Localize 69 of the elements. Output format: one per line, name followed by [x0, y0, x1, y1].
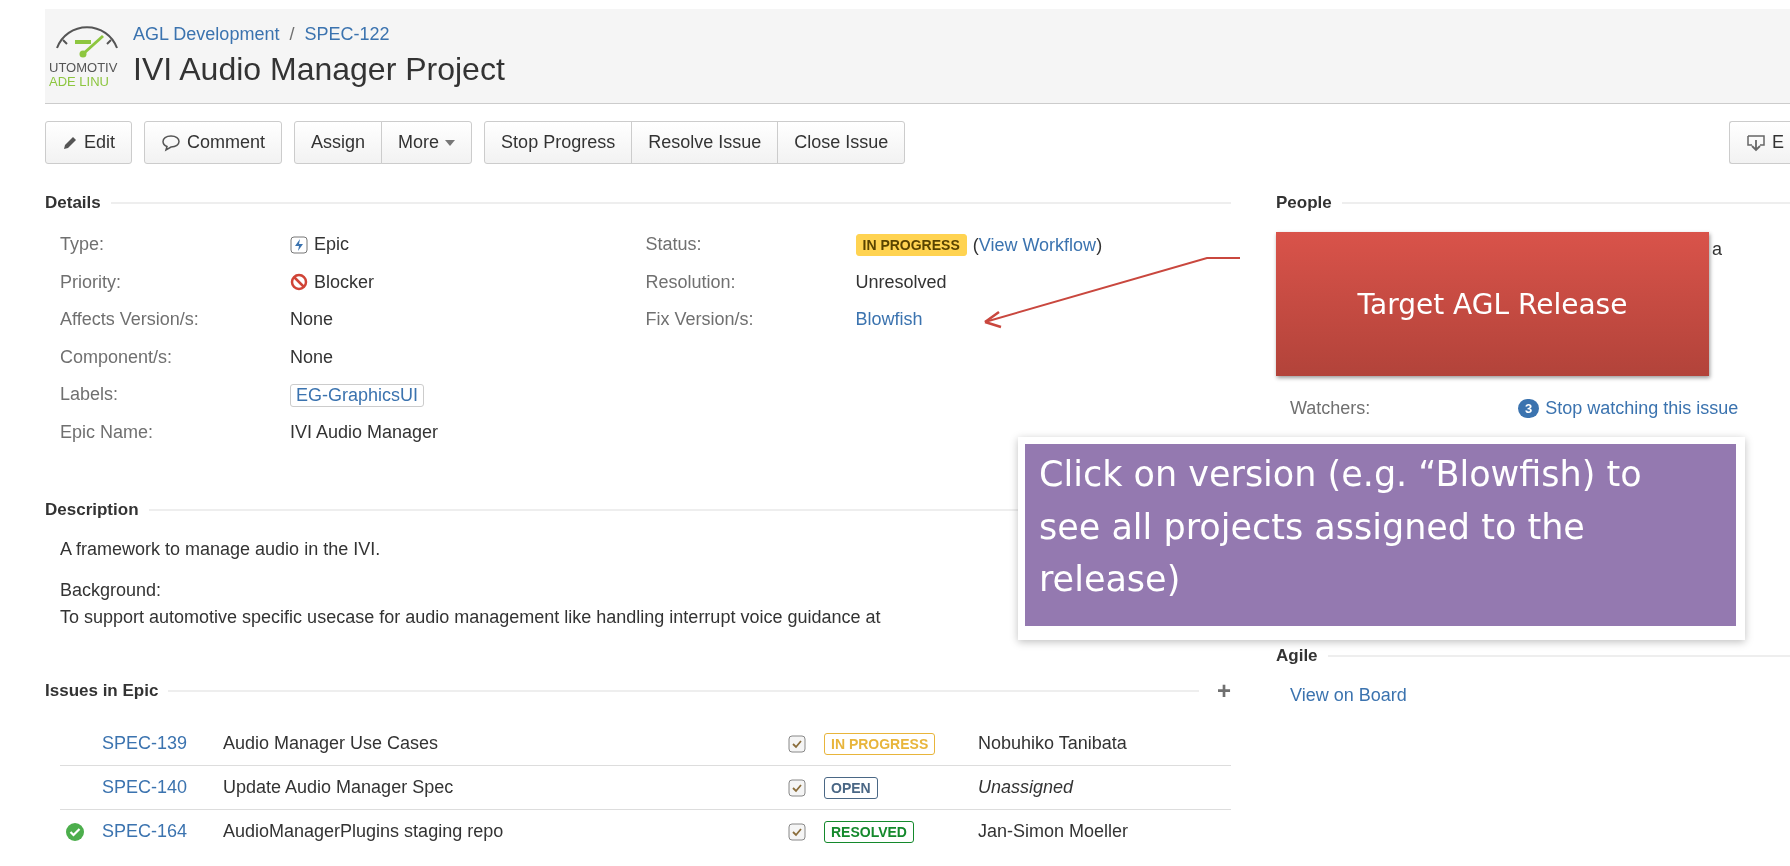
field-label: Type: — [60, 234, 106, 255]
task-icon — [788, 778, 806, 797]
breadcrumb-separator: / — [289, 24, 295, 45]
label-tag[interactable]: EG-GraphicsUI — [290, 384, 425, 407]
issue-summary: Audio Manager Use Cases — [223, 733, 440, 754]
export-button[interactable]: E — [1729, 121, 1790, 164]
version-link[interactable]: Blowfish — [855, 309, 923, 330]
assignee-name: Jan-Simon Moeller — [978, 821, 1130, 842]
field-value: Epic — [314, 234, 349, 255]
description-text: A framework to manage audio in the IVI. — [60, 539, 382, 560]
assignee-name: Unassigned — [978, 777, 1075, 798]
field-value: Blocker — [314, 271, 375, 293]
caret-icon — [445, 139, 456, 146]
status-lozenge: IN PROGRESS — [855, 234, 967, 256]
callout-box: Target AGL Release — [1276, 232, 1709, 376]
status-lozenge: IN PROGRESS — [824, 732, 936, 755]
field-value: IVI Audio Manager — [290, 421, 440, 443]
issue-key-link[interactable]: SPEC-164 — [102, 821, 223, 842]
field-label: Epic Name: — [60, 421, 155, 443]
field-label: Status: — [645, 234, 703, 255]
field-value: None — [290, 309, 335, 330]
speech-bubble-icon — [161, 133, 182, 152]
issue-key-link[interactable]: SPEC-140 — [102, 777, 223, 798]
pencil-icon — [62, 134, 78, 151]
description-text: To support automotive specific usecase for audio management like handling interrupt voice guidance at — [60, 607, 882, 628]
field-label: Watchers: — [1290, 398, 1372, 419]
task-icon — [788, 822, 806, 841]
view-workflow-link[interactable]: View Workflow — [978, 234, 1097, 255]
field-label: Labels: — [60, 384, 120, 405]
issue-key-link[interactable]: SPEC-122 — [304, 24, 390, 45]
toolbar-button[interactable]: Assign — [294, 121, 383, 164]
toolbar-button[interactable]: Close Issue — [777, 121, 906, 164]
view-on-board-link[interactable]: View on Board — [1290, 685, 1790, 706]
field-label: Priority: — [60, 271, 122, 293]
section-heading: People — [1276, 193, 1332, 213]
toolbar-button[interactable]: Comment — [144, 121, 283, 164]
status-lozenge: RESOLVED — [824, 820, 914, 843]
field-label: Resolution: — [645, 271, 737, 293]
status-lozenge: OPEN — [824, 776, 878, 799]
stop-watching-link[interactable]: Stop watching this issue — [1545, 398, 1739, 419]
field-value: Unresolved — [855, 271, 948, 293]
watcher-count-badge: 3 — [1518, 399, 1540, 418]
assignee-name: a — [1712, 239, 1722, 259]
issue-title: IVI Audio Manager Project — [133, 51, 505, 88]
field-label: Affects Version/s: — [60, 309, 200, 330]
add-issue-button[interactable]: + — [1217, 677, 1231, 705]
toolbar-button[interactable]: Edit — [45, 121, 133, 164]
field-label: Component/s: — [60, 346, 174, 368]
field-label: Fix Version/s: — [645, 309, 755, 330]
issue-summary: AudioManagerPlugins staging repo — [223, 821, 505, 842]
task-icon — [788, 734, 806, 753]
assignee-name: Nobuhiko Tanibata — [978, 733, 1128, 754]
lightning-icon — [290, 235, 308, 254]
logo-drawing: UTOMOTIV ADE LINU — [49, 18, 125, 94]
blocked-icon — [290, 273, 308, 291]
section-heading: Agile — [1276, 646, 1318, 666]
bracket: ( — [972, 234, 979, 255]
issue-key-link[interactable]: SPEC-139 — [102, 733, 223, 754]
toolbar-button[interactable]: Stop Progress — [484, 121, 633, 164]
field-value: None — [290, 346, 335, 368]
section-heading: Issues in Epic — [45, 681, 159, 701]
more-dropdown-button[interactable]: More — [381, 121, 473, 164]
download-icon — [1746, 133, 1766, 152]
issue-summary: Update Audio Manager Spec — [223, 777, 455, 798]
project-link[interactable]: AGL Development — [133, 24, 280, 45]
section-heading: Description — [45, 500, 139, 520]
toolbar-button[interactable]: Resolve Issue — [631, 121, 779, 164]
bracket: ) — [1096, 234, 1103, 255]
section-heading: Details — [45, 193, 101, 213]
